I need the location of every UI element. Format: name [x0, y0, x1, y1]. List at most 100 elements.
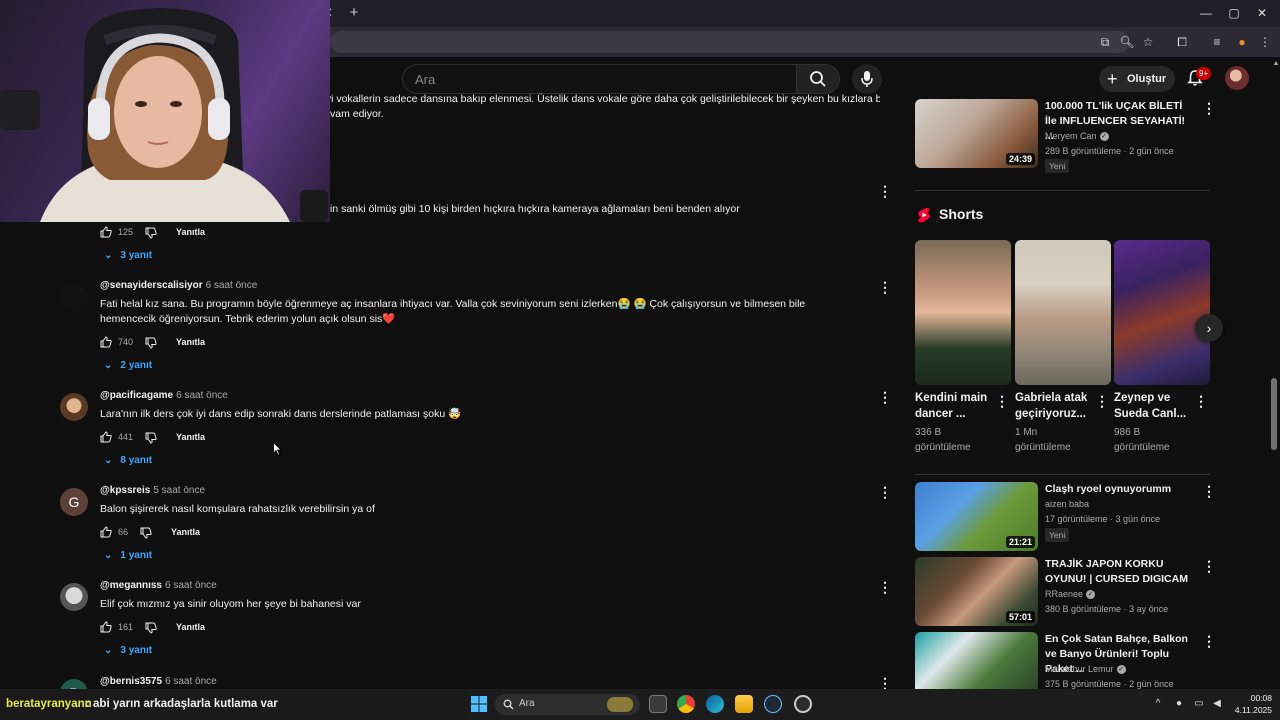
- create-button[interactable]: + Oluştur: [1099, 66, 1175, 92]
- avatar[interactable]: [60, 283, 88, 311]
- video-menu-icon[interactable]: ⋮: [1202, 484, 1216, 498]
- comment-time[interactable]: 6 saat önce: [165, 676, 217, 687]
- video-menu-icon[interactable]: ⋮: [1202, 101, 1216, 115]
- video-thumbnail[interactable]: 57:01: [915, 557, 1038, 626]
- bookmark-star-icon[interactable]: ☆: [1140, 34, 1156, 50]
- channel-name[interactable]: Meryem Can: [1045, 131, 1097, 141]
- reply-button[interactable]: Yanıtla: [176, 432, 205, 442]
- comment-author[interactable]: @megannıss: [100, 580, 162, 591]
- comment-menu-icon[interactable]: ⋮: [878, 280, 892, 294]
- reply-button[interactable]: Yanıtla: [176, 337, 205, 347]
- view-replies-button[interactable]: ⌄ 1 yanıt: [104, 550, 152, 561]
- windows-start-icon[interactable]: [470, 695, 488, 713]
- dislike-icon[interactable]: [145, 337, 157, 349]
- avatar[interactable]: [60, 583, 88, 611]
- video-menu-icon[interactable]: ⋮: [1202, 634, 1216, 648]
- account-avatar[interactable]: [1225, 66, 1249, 90]
- file-explorer-icon[interactable]: [735, 695, 753, 713]
- zoom-icon[interactable]: 🔍︎: [1119, 34, 1135, 50]
- like-icon[interactable]: [100, 526, 112, 538]
- video-channel[interactable]: Mendebur Lemur ✓: [1045, 664, 1126, 675]
- video-menu-icon[interactable]: ⋮: [1202, 559, 1216, 573]
- short-title[interactable]: Gabriela atak geçiriyoruz...: [1015, 390, 1095, 422]
- task-view-icon[interactable]: [649, 695, 667, 713]
- comment-time[interactable]: 6 saat önce: [176, 390, 228, 401]
- short-thumbnail[interactable]: [1114, 240, 1210, 385]
- avatar[interactable]: [60, 393, 88, 421]
- taskbar-search[interactable]: Ara: [495, 694, 640, 715]
- maximize-button[interactable]: ▢: [1225, 4, 1243, 22]
- voice-search-button[interactable]: [852, 64, 882, 94]
- browser-menu-icon[interactable]: ⋮: [1257, 34, 1273, 50]
- channel-name[interactable]: aizen baba: [1045, 499, 1089, 509]
- reply-button[interactable]: Yanıtla: [176, 622, 205, 632]
- like-icon[interactable]: [100, 226, 112, 238]
- video-title[interactable]: Claşh ryoel oynuyorumm: [1045, 482, 1195, 497]
- dislike-icon[interactable]: [145, 432, 157, 444]
- app-taskbar-icon[interactable]: [794, 695, 812, 713]
- search-input[interactable]: Ara: [402, 64, 796, 94]
- view-replies-button[interactable]: ⌄ 2 yanıt: [104, 360, 152, 371]
- shorts-next-button[interactable]: ›: [1195, 314, 1223, 342]
- view-replies-button[interactable]: ⌄ 3 yanıt: [104, 645, 152, 656]
- like-icon[interactable]: [100, 336, 112, 348]
- comment-time[interactable]: 6 saat önce: [165, 580, 217, 591]
- comment-time[interactable]: 5 saat önce: [153, 485, 205, 496]
- close-window-button[interactable]: ✕: [1253, 4, 1271, 22]
- page-scrollbar[interactable]: [1272, 57, 1280, 689]
- video-channel[interactable]: aizen baba: [1045, 499, 1089, 509]
- dislike-icon[interactable]: [145, 622, 157, 634]
- short-menu-icon[interactable]: ⋮: [1194, 394, 1208, 408]
- short-title[interactable]: Zeynep ve Sueda Canl...: [1114, 390, 1194, 422]
- reply-button[interactable]: Yanıtla: [171, 527, 200, 537]
- short-thumbnail[interactable]: [1015, 240, 1111, 385]
- channel-name[interactable]: RRaenee: [1045, 589, 1083, 599]
- avatar[interactable]: G: [60, 488, 88, 516]
- scrollbar-thumb[interactable]: [1271, 378, 1277, 450]
- short-thumbnail[interactable]: [915, 240, 1011, 385]
- comment-menu-icon[interactable]: ⋮: [878, 184, 892, 198]
- comment-menu-icon[interactable]: ⋮: [878, 676, 892, 690]
- comment-author[interactable]: @senayiderscalisiyor: [100, 280, 203, 291]
- video-title[interactable]: TRAJİK JAPON KORKU OYUNU! | CURSED DIGIC…: [1045, 557, 1195, 587]
- scroll-up-arrow-icon[interactable]: ▲: [1272, 60, 1280, 68]
- like-icon[interactable]: [100, 621, 112, 633]
- taskbar-clock[interactable]: 00:08 4.11.2025: [1228, 692, 1272, 716]
- video-channel[interactable]: RRaenee ✓: [1045, 589, 1096, 600]
- short-title[interactable]: Kendini main dancer ...: [915, 390, 995, 422]
- new-tab-button[interactable]: +: [346, 5, 362, 21]
- dislike-icon[interactable]: [140, 527, 152, 539]
- video-channel[interactable]: Meryem Can ✓: [1045, 131, 1109, 142]
- dislike-icon[interactable]: [145, 227, 157, 239]
- edge-taskbar-icon[interactable]: [706, 695, 724, 713]
- reading-list-icon[interactable]: ≡: [1209, 34, 1225, 50]
- comment-author[interactable]: @kpssreis: [100, 485, 150, 496]
- reply-button[interactable]: Yanıtla: [176, 227, 205, 237]
- view-replies-button[interactable]: ⌄ 8 yanıt: [104, 455, 152, 466]
- comment-menu-icon[interactable]: ⋮: [878, 485, 892, 499]
- chrome-taskbar-icon[interactable]: [677, 695, 695, 713]
- install-app-icon[interactable]: ⧉: [1097, 34, 1113, 50]
- video-thumbnail[interactable]: 21:21: [915, 482, 1038, 551]
- comment-menu-icon[interactable]: ⋮: [878, 580, 892, 594]
- extension-fox-icon[interactable]: ●: [1234, 34, 1250, 50]
- channel-name[interactable]: Mendebur Lemur: [1045, 664, 1114, 674]
- comment-author[interactable]: @bernis3575: [100, 676, 162, 687]
- like-icon[interactable]: [100, 431, 112, 443]
- steam-taskbar-icon[interactable]: [764, 695, 782, 713]
- comment-time[interactable]: 6 saat önce: [206, 280, 258, 291]
- minimize-button[interactable]: —: [1197, 4, 1215, 22]
- video-thumbnail[interactable]: 24:39: [915, 99, 1038, 168]
- short-menu-icon[interactable]: ⋮: [995, 394, 1009, 408]
- comment-author[interactable]: @pacificagame: [100, 390, 173, 401]
- comment-menu-icon[interactable]: ⋮: [878, 390, 892, 404]
- extensions-icon[interactable]: ⧠: [1174, 34, 1190, 50]
- search-button[interactable]: [796, 64, 840, 94]
- view-replies-button[interactable]: ⌄ 3 yanıt: [104, 250, 152, 261]
- volume-icon[interactable]: ◀: [1211, 698, 1223, 710]
- address-bar[interactable]: [330, 31, 1130, 53]
- network-icon[interactable]: ▭: [1193, 698, 1205, 710]
- tray-overflow-icon[interactable]: ^: [1152, 698, 1164, 710]
- short-menu-icon[interactable]: ⋮: [1095, 394, 1109, 408]
- microphone-tray-icon[interactable]: ●: [1173, 698, 1185, 710]
